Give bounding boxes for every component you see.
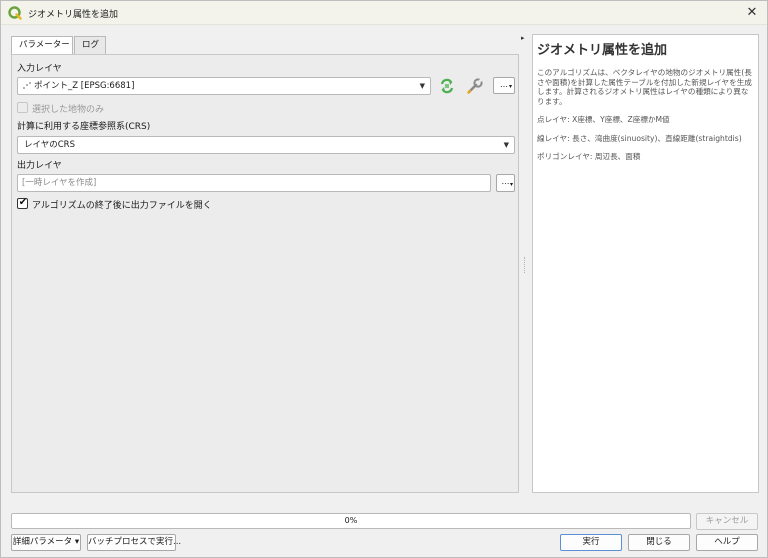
- chevron-down-icon: ▼: [419, 82, 425, 90]
- open-output-checkbox[interactable]: ✔: [17, 197, 28, 209]
- wrench-icon[interactable]: [466, 77, 484, 95]
- input-layer-options-button[interactable]: … ▾: [493, 77, 515, 94]
- output-layer-placeholder: [一時レイヤを作成]: [22, 178, 97, 188]
- progress-bar: 0%: [11, 513, 691, 529]
- ellipsis-icon: …: [500, 80, 508, 89]
- cancel-button[interactable]: キャンセル: [696, 513, 758, 530]
- title-bar: ジオメトリ属性を追加 ✕: [1, 1, 767, 25]
- output-layer-label: 出力レイヤ: [17, 161, 62, 171]
- progress-text: 0%: [344, 516, 358, 525]
- input-layer-label: 入力レイヤ: [17, 64, 62, 74]
- advanced-parameters-button[interactable]: 詳細パラメータ ▾: [11, 534, 81, 551]
- point-layer-icon: [23, 82, 31, 89]
- output-layer-field[interactable]: [一時レイヤを作成]: [17, 174, 491, 192]
- splitter-handle[interactable]: [524, 257, 526, 273]
- batch-process-button[interactable]: バッチプロセスで実行...: [87, 534, 181, 551]
- close-icon[interactable]: ✕: [743, 4, 761, 22]
- output-browse-button[interactable]: … ▾: [496, 174, 515, 192]
- qgis-logo-icon: [8, 6, 22, 20]
- help-button[interactable]: ヘルプ: [696, 534, 758, 551]
- run-button[interactable]: 実行: [560, 534, 622, 551]
- selected-features-only-checkbox[interactable]: [17, 102, 28, 113]
- chevron-down-icon: ▾: [509, 181, 513, 188]
- input-layer-value: ポイント_Z [EPSG:6681]: [34, 81, 135, 91]
- help-polygon-layer: ポリゴンレイヤ: 周辺長、面積: [537, 152, 641, 161]
- help-line-layer: 線レイヤ: 長さ、湾曲度(sinuosity)、直線距離(straightdis…: [537, 133, 742, 143]
- chevron-down-icon: ▾: [508, 83, 512, 90]
- advanced-parameters-label: 詳細パラメータ: [12, 537, 73, 547]
- help-point-layer: 点レイヤ: X座標、Y座標、Z座標かM値: [537, 115, 670, 124]
- parameters-panel: 入力レイヤ ポイント_Z [EPSG:6681] ▼ … ▾ 選択した地物のみ …: [11, 54, 519, 493]
- iterate-icon[interactable]: [438, 77, 456, 95]
- chevron-down-icon: ▾: [74, 537, 80, 547]
- crs-value: レイヤのCRS: [24, 140, 75, 150]
- close-button[interactable]: 閉じる: [628, 534, 690, 551]
- ellipsis-icon: …: [501, 177, 510, 186]
- help-description: このアルゴリズムは、ベクタレイヤの地物のジオメトリ属性(長さや面積)を計算した属…: [537, 68, 752, 106]
- crs-label: 計算に利用する座標参照系(CRS): [17, 122, 151, 132]
- crs-combo[interactable]: レイヤのCRS ▼: [17, 136, 515, 154]
- input-layer-combo[interactable]: ポイント_Z [EPSG:6681] ▼: [17, 77, 431, 95]
- tab-parameters[interactable]: パラメーター: [11, 36, 73, 55]
- help-panel: ジオメトリ属性を追加 このアルゴリズムは、ベクタレイヤの地物のジオメトリ属性(長…: [532, 34, 759, 493]
- dialog-window: ジオメトリ属性を追加 ✕ パラメーター ログ 入力レイヤ ポイント_Z [EPS…: [0, 0, 768, 558]
- open-output-label: アルゴリズムの終了後に出力ファイルを開く: [32, 201, 212, 211]
- tab-log[interactable]: ログ: [74, 36, 106, 54]
- checkmark-icon: ✔: [18, 197, 28, 208]
- chevron-down-icon: ▼: [503, 141, 509, 149]
- splitter-arrow-icon[interactable]: ▸: [521, 34, 525, 42]
- window-title: ジオメトリ属性を追加: [28, 10, 119, 20]
- help-title: ジオメトリ属性を追加: [537, 43, 668, 58]
- selected-features-only-label: 選択した地物のみ: [32, 105, 105, 115]
